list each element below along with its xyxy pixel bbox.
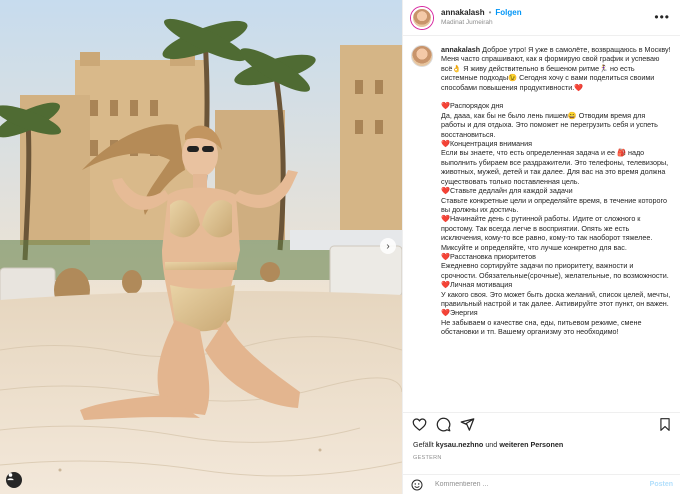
likes-prefix: Gefällt	[413, 440, 434, 449]
emoji-icon[interactable]	[411, 479, 423, 491]
photo-scene	[0, 0, 402, 494]
like-button[interactable]	[411, 417, 427, 433]
caption-scroll-area[interactable]: annakalash Доброе утро! Я уже в самолёте…	[403, 37, 680, 407]
share-button[interactable]	[459, 417, 475, 433]
caption-username[interactable]: annakalash	[441, 45, 480, 54]
likes-summary: Gefällt kysau.nezhno und weiteren Person…	[413, 440, 563, 449]
header-top-row: annakalash • Folgen	[441, 8, 522, 18]
comment-icon	[436, 417, 450, 432]
username-link[interactable]: annakalash	[441, 8, 485, 18]
post-photo[interactable]: ›	[0, 0, 402, 494]
more-horizontal-icon: •••	[654, 10, 670, 24]
liker-username-link[interactable]: kysau.nezhno	[436, 440, 484, 449]
tagged-users-button[interactable]	[6, 472, 22, 488]
bookmark-icon	[660, 418, 670, 431]
comment-input[interactable]	[435, 481, 650, 488]
heart-icon	[412, 418, 426, 431]
post-header: annakalash • Folgen Madinat Jumeirah •••	[403, 0, 680, 36]
action-bar	[403, 412, 680, 436]
likes-connector: und	[485, 440, 498, 449]
next-photo-button[interactable]: ›	[380, 238, 396, 254]
header-text: annakalash • Folgen Madinat Jumeirah	[441, 8, 522, 27]
chevron-right-icon: ›	[386, 240, 390, 252]
comment-button[interactable]	[435, 417, 451, 433]
post-date[interactable]: GESTERN	[413, 455, 442, 461]
caption-row: annakalash Доброе утро! Я уже в самолёте…	[411, 45, 671, 337]
others-likes-link[interactable]: weiteren Personen	[499, 440, 563, 449]
save-button[interactable]	[657, 417, 673, 433]
post-comment-button[interactable]: Posten	[650, 481, 673, 488]
location-link[interactable]: Madinat Jumeirah	[441, 19, 522, 27]
user-tag-icon	[7, 473, 14, 481]
post-detail-panel: annakalash • Folgen Madinat Jumeirah •••…	[402, 0, 680, 494]
separator-dot: •	[488, 7, 492, 17]
avatar[interactable]	[411, 6, 433, 29]
share-icon	[460, 418, 474, 431]
comment-bar: Posten	[403, 474, 680, 494]
caption-avatar[interactable]	[411, 45, 433, 67]
follow-button[interactable]: Folgen	[495, 8, 521, 18]
caption-text-block: annakalash Доброе утро! Я уже в самолёте…	[441, 45, 671, 337]
caption-body: Доброе утро! Я уже в самолёте, возвращаю…	[441, 45, 671, 337]
more-options-button[interactable]: •••	[654, 11, 670, 23]
